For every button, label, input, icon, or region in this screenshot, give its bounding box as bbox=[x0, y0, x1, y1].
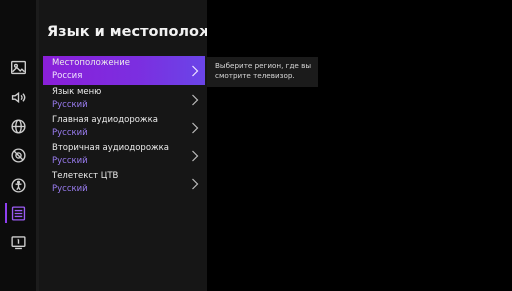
rail-active-indicator bbox=[5, 203, 7, 223]
menu-item-value: Русский bbox=[52, 156, 88, 166]
system-icon[interactable] bbox=[9, 204, 28, 223]
device-info-icon[interactable] bbox=[9, 233, 28, 252]
menu-item-value: Русский bbox=[52, 184, 88, 194]
menu-item-value: Русский bbox=[52, 128, 88, 138]
menu-item-label: Телетекст ЦТВ bbox=[52, 171, 119, 181]
menu-item-label: Местоположение bbox=[52, 58, 130, 68]
menu-item-secondary-audio[interactable]: Вторичная аудиодорожка Русский bbox=[43, 141, 205, 170]
menu-item-label: Язык меню bbox=[52, 87, 102, 97]
settings-category-rail bbox=[0, 0, 36, 291]
menu-item-menu-language[interactable]: Язык меню Русский bbox=[43, 85, 205, 114]
menu-item-primary-audio[interactable]: Главная аудиодорожка Русский bbox=[43, 113, 205, 142]
chevron-right-icon bbox=[192, 150, 199, 162]
chevron-right-icon bbox=[192, 65, 199, 77]
chevron-right-icon bbox=[192, 94, 199, 106]
network-icon[interactable] bbox=[9, 117, 28, 136]
page-title: Язык и местоположени bbox=[47, 24, 207, 40]
accessibility-settings-icon[interactable] bbox=[9, 146, 28, 165]
menu-item-teletext[interactable]: Телетекст ЦТВ Русский bbox=[43, 169, 205, 198]
menu-item-label: Главная аудиодорожка bbox=[52, 115, 158, 125]
menu-item-value: Русский bbox=[52, 100, 88, 110]
picture-icon[interactable] bbox=[9, 58, 28, 77]
chevron-right-icon bbox=[192, 122, 199, 134]
tooltip-text: Выберите регион, где вы смотрите телевиз… bbox=[215, 61, 312, 80]
chevron-right-icon bbox=[192, 178, 199, 190]
sound-icon[interactable] bbox=[9, 88, 28, 107]
help-tooltip: Выберите регион, где вы смотрите телевиз… bbox=[207, 57, 318, 87]
menu-item-label: Вторичная аудиодорожка bbox=[52, 143, 170, 153]
menu-item-location[interactable]: Местоположение Россия bbox=[43, 56, 205, 85]
tv-settings-screen: Язык и местоположени Местоположение Росс… bbox=[0, 0, 512, 291]
menu-item-value: Россия bbox=[52, 71, 83, 81]
accessibility-icon[interactable] bbox=[9, 176, 28, 195]
